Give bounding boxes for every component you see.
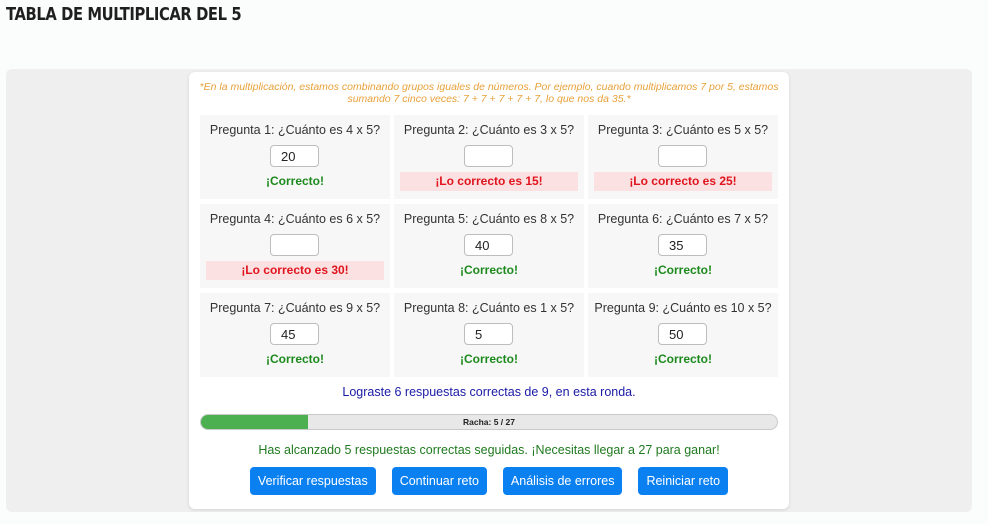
- action-buttons: Verificar respuestas Continuar reto Anális…: [189, 467, 789, 495]
- question-9-feedback: ¡Correcto!: [653, 352, 712, 366]
- question-1: Pregunta 1: ¿Cuánto es 4 x 5? ¡Correcto!: [200, 115, 390, 199]
- question-7-answer-input[interactable]: [270, 323, 319, 345]
- question-4-answer-input[interactable]: [270, 234, 319, 256]
- continue-challenge-button[interactable]: Continuar reto: [391, 467, 487, 495]
- question-3-feedback: ¡Lo correcto es 25!: [594, 172, 772, 191]
- question-4-text: Pregunta 4: ¿Cuánto es 6 x 5?: [209, 212, 381, 226]
- streak-progress-label: Racha: 5 / 27: [463, 417, 515, 427]
- question-2: Pregunta 2: ¿Cuánto es 3 x 5? ¡Lo correc…: [394, 115, 584, 199]
- question-1-answer-input[interactable]: [270, 145, 319, 167]
- question-7: Pregunta 7: ¿Cuánto es 9 x 5? ¡Correcto!: [200, 293, 390, 377]
- question-8-feedback: ¡Correcto!: [459, 352, 518, 366]
- verify-answers-button[interactable]: Verificar respuestas: [249, 467, 376, 495]
- question-7-feedback: ¡Correcto!: [265, 352, 324, 366]
- question-7-text: Pregunta 7: ¿Cuánto es 9 x 5?: [209, 301, 381, 315]
- quiz-card: *En la multiplicación, estamos combinand…: [189, 72, 789, 509]
- question-2-answer-input[interactable]: [464, 145, 513, 167]
- page-title: TABLA DE MULTIPLICAR DEL 5: [6, 4, 242, 25]
- question-5-answer-input[interactable]: [464, 234, 513, 256]
- restart-challenge-button[interactable]: Reiniciar reto: [638, 467, 729, 495]
- hint-text: *En la multiplicación, estamos combinand…: [199, 81, 779, 105]
- round-summary: Lograste 6 respuestas correctas de 9, en…: [342, 385, 636, 399]
- question-5-feedback: ¡Correcto!: [459, 263, 518, 277]
- question-6: Pregunta 6: ¿Cuánto es 7 x 5? ¡Correcto!: [588, 204, 778, 288]
- question-8-answer-input[interactable]: [464, 323, 513, 345]
- question-4: Pregunta 4: ¿Cuánto es 6 x 5? ¡Lo correc…: [200, 204, 390, 288]
- question-3: Pregunta 3: ¿Cuánto es 5 x 5? ¡Lo correc…: [588, 115, 778, 199]
- question-3-text: Pregunta 3: ¿Cuánto es 5 x 5?: [597, 123, 769, 137]
- question-2-feedback: ¡Lo correcto es 15!: [400, 172, 578, 191]
- question-9-answer-input[interactable]: [658, 323, 707, 345]
- question-3-answer-input[interactable]: [658, 145, 707, 167]
- question-6-text: Pregunta 6: ¿Cuánto es 7 x 5?: [597, 212, 769, 226]
- streak-message: Has alcanzado 5 respuestas correctas seg…: [258, 443, 720, 457]
- question-2-text: Pregunta 2: ¿Cuánto es 3 x 5?: [403, 123, 575, 137]
- question-5: Pregunta 5: ¿Cuánto es 8 x 5? ¡Correcto!: [394, 204, 584, 288]
- question-9: Pregunta 9: ¿Cuánto es 10 x 5? ¡Correcto…: [588, 293, 778, 377]
- question-6-answer-input[interactable]: [658, 234, 707, 256]
- question-5-text: Pregunta 5: ¿Cuánto es 8 x 5?: [403, 212, 575, 226]
- question-8-text: Pregunta 8: ¿Cuánto es 1 x 5?: [403, 301, 575, 315]
- error-analysis-button[interactable]: Análisis de errores: [502, 467, 623, 495]
- question-1-text: Pregunta 1: ¿Cuánto es 4 x 5?: [209, 123, 381, 137]
- question-4-feedback: ¡Lo correcto es 30!: [206, 261, 384, 280]
- streak-progress-bar: Racha: 5 / 27: [200, 414, 778, 430]
- question-6-feedback: ¡Correcto!: [653, 263, 712, 277]
- question-9-text: Pregunta 9: ¿Cuánto es 10 x 5?: [594, 301, 772, 315]
- questions-grid: Pregunta 1: ¿Cuánto es 4 x 5? ¡Correcto!…: [200, 115, 778, 377]
- question-1-feedback: ¡Correcto!: [265, 174, 324, 188]
- question-8: Pregunta 8: ¿Cuánto es 1 x 5? ¡Correcto!: [394, 293, 584, 377]
